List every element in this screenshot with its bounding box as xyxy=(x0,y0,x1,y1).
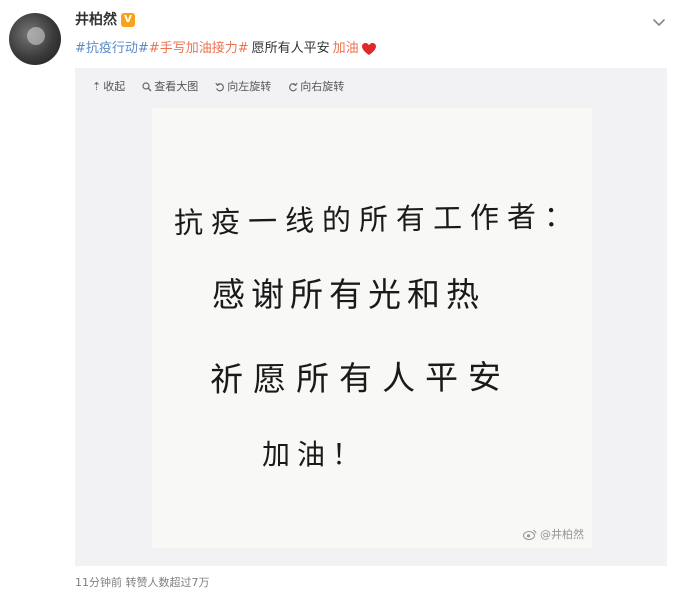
verified-badge-icon: V xyxy=(121,13,135,27)
collapse-arrow-icon: ⇡ xyxy=(92,80,102,93)
heart-emoji-icon xyxy=(361,43,376,55)
username-text[interactable]: 井柏然 xyxy=(75,11,117,29)
rotate-left-icon xyxy=(215,82,225,92)
rotate-right-button[interactable]: 向右旋转 xyxy=(288,80,344,94)
post-cheer-text: 加油 xyxy=(332,41,359,56)
handwriting-line-2: 感谢所有光和热 xyxy=(212,275,485,314)
image-toolbar: ⇡ 收起 查看大图 向左旋转 向右旋转 xyxy=(92,80,344,94)
handwriting-line-1: 抗疫一线的所有工作者： xyxy=(173,198,582,240)
collapse-label: 收起 xyxy=(103,80,126,93)
view-large-label: 查看大图 xyxy=(154,80,199,93)
username[interactable]: 井柏然 V xyxy=(75,11,135,29)
rotate-left-button[interactable]: 向左旋转 xyxy=(215,80,271,94)
rotate-right-label: 向右旋转 xyxy=(300,80,345,93)
watermark-text: @井柏然 xyxy=(540,528,584,541)
topic-link-kangyi[interactable]: #抗疫行动# xyxy=(75,40,149,58)
handwriting-area: 抗疫一线的所有工作者： 感谢所有光和热 祈愿所有人平安 加油！ xyxy=(152,108,592,548)
post-body-text: 愿所有人平安 xyxy=(251,41,330,56)
rotate-left-label: 向左旋转 xyxy=(227,80,272,93)
media-box: ⇡ 收起 查看大图 向左旋转 向右旋转 抗疫一线的所有工作者： 感谢所有光和热 … xyxy=(75,68,667,566)
handwriting-line-3: 祈愿所有人平安 xyxy=(209,357,512,399)
chevron-down-icon[interactable] xyxy=(651,14,667,30)
rotate-right-icon xyxy=(289,82,298,92)
avatar[interactable] xyxy=(9,13,61,65)
handwritten-note-image[interactable]: 抗疫一线的所有工作者： 感谢所有光和热 祈愿所有人平安 加油！ @井柏然 xyxy=(152,108,592,548)
post-text: #抗疫行动# #手写加油接力# 愿所有人平安 加油 xyxy=(75,40,377,58)
magnifier-icon xyxy=(142,82,152,92)
post-meta: 11分钟前 转赞人数超过7万 xyxy=(75,576,210,589)
view-large-button[interactable]: 查看大图 xyxy=(142,80,198,94)
topic-link-shouxie[interactable]: #手写加油接力# xyxy=(149,40,249,58)
weibo-watermark: @井柏然 xyxy=(523,526,584,542)
weibo-logo-icon xyxy=(523,529,537,540)
handwriting-line-4: 加油！ xyxy=(262,438,368,471)
collapse-button[interactable]: ⇡ 收起 xyxy=(92,80,125,94)
